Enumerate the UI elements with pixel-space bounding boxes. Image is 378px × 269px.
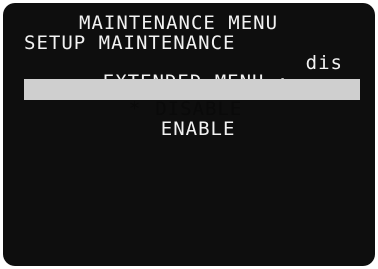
osd-menu-screen: MAINTENANCE MENU SETUP MAINTENANCE EXTEN… xyxy=(3,3,375,266)
option-enable-label: ENABLE xyxy=(160,118,236,140)
menu-section-title: SETUP MAINTENANCE xyxy=(24,32,236,54)
extended-menu-value: dis xyxy=(305,52,343,74)
option-enable[interactable]: ENABLE xyxy=(111,101,235,158)
menu-title: MAINTENANCE MENU xyxy=(79,12,279,34)
